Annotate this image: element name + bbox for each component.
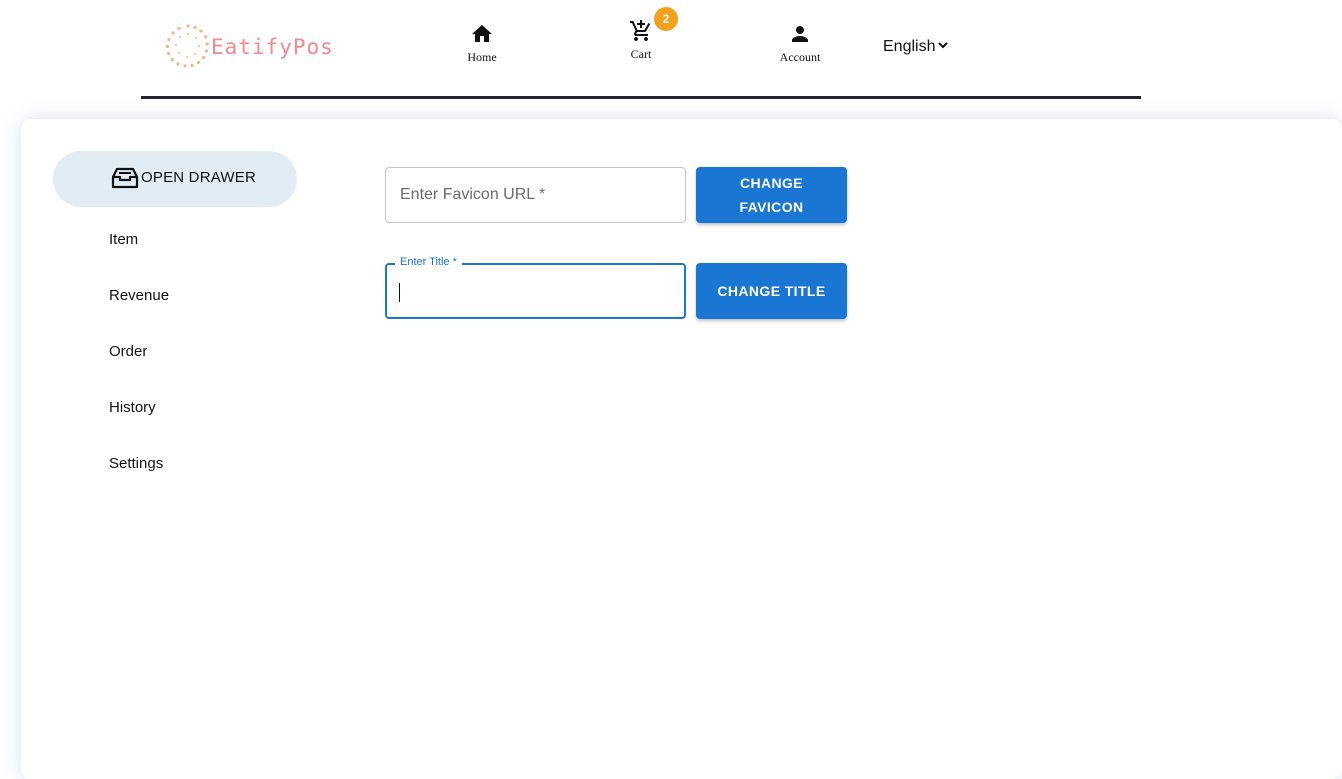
sidebar-item-settings[interactable]: Settings (109, 455, 163, 472)
language-label: English (883, 38, 936, 55)
person-icon (792, 26, 808, 42)
header-divider (141, 96, 1141, 99)
sidebar-item-revenue[interactable]: Revenue (109, 287, 169, 304)
top-header: EatifyPos Home Cart 2 Account English (0, 0, 1342, 100)
change-favicon-button[interactable]: CHANGE FAVICON (696, 167, 847, 223)
logo[interactable]: EatifyPos (165, 23, 355, 73)
home-icon (472, 25, 492, 42)
title-input-label: Enter Title * (395, 256, 462, 268)
nav-home-label: Home (467, 50, 497, 64)
nav-account-label: Account (779, 50, 821, 64)
sunburst-dots-icon (165, 24, 209, 68)
favicon-url-input[interactable]: Enter Favicon URL * (385, 167, 686, 223)
text-cursor (399, 283, 400, 302)
nav-account[interactable]: Account (760, 22, 840, 65)
logo-text: EatifyPos (211, 35, 334, 59)
open-drawer-label: OPEN DRAWER (141, 169, 256, 186)
open-drawer-button[interactable]: OPEN DRAWER (53, 151, 297, 207)
favicon-url-placeholder: Enter Favicon URL * (400, 186, 546, 203)
language-selector[interactable]: English (883, 38, 949, 56)
change-title-button[interactable]: CHANGE TITLE (696, 263, 847, 319)
sidebar-item-item[interactable]: Item (109, 231, 138, 248)
title-input[interactable]: Enter Title * (385, 256, 686, 319)
nav-cart-label: Cart (630, 47, 652, 61)
chevron-down-icon (938, 42, 949, 49)
sidebar-item-history[interactable]: History (109, 399, 156, 416)
sidebar-item-order[interactable]: Order (109, 343, 147, 360)
cart-count-badge: 2 (654, 7, 678, 31)
tray-icon (111, 167, 139, 189)
nav-home[interactable]: Home (442, 22, 522, 65)
cart-icon (630, 20, 651, 41)
